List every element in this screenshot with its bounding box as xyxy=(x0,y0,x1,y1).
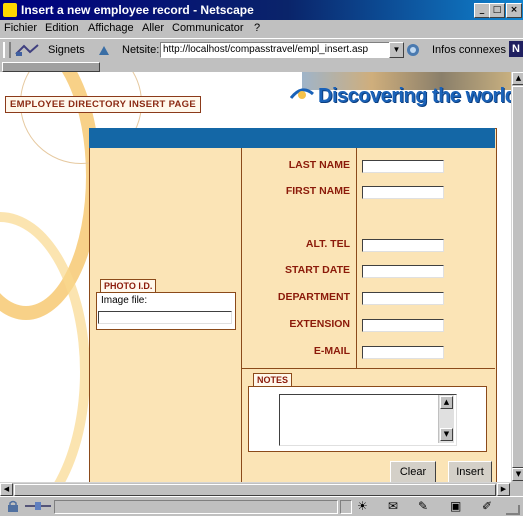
notes-divider xyxy=(241,368,495,369)
menu-help[interactable]: ? xyxy=(254,22,260,34)
netscape-throbber-icon[interactable]: N xyxy=(509,41,523,57)
component-bar-edit-icon[interactable]: ✐ xyxy=(482,499,492,513)
menu-edition[interactable]: Edition xyxy=(45,22,79,34)
department-input[interactable] xyxy=(362,292,444,305)
url-field[interactable]: http://localhost/compasstravel/empl_inse… xyxy=(160,42,390,58)
bookmarks-label[interactable]: Signets xyxy=(48,44,85,56)
last-name-input[interactable] xyxy=(362,160,444,173)
window-title: Insert a new employee record - Netscape xyxy=(21,3,254,17)
location-label: Netsite: xyxy=(122,44,160,56)
first-name-input[interactable] xyxy=(362,186,444,199)
first-name-label: FIRST NAME xyxy=(285,185,350,197)
scroll-left-button[interactable]: ◀ xyxy=(0,483,13,496)
security-lock-icon[interactable] xyxy=(6,500,20,512)
notes-tab: NOTES xyxy=(253,373,293,387)
menu-fichier[interactable]: Fichier xyxy=(4,22,37,34)
notes-scrollbar[interactable]: ▲ ▼ xyxy=(438,395,454,443)
notes-scroll-down-button[interactable]: ▼ xyxy=(440,428,453,441)
image-file-input[interactable] xyxy=(98,311,232,324)
last-name-label: LAST NAME xyxy=(288,159,350,171)
related-icon[interactable] xyxy=(405,42,429,58)
location-icon[interactable] xyxy=(96,43,112,57)
scroll-right-button[interactable]: ▶ xyxy=(497,483,510,496)
scroll-down-button[interactable]: ▼ xyxy=(512,468,523,481)
status-message xyxy=(54,500,338,514)
brand-heading: Discovering the world xyxy=(318,85,511,107)
photo-id-tab: PHOTO I.D. xyxy=(100,279,157,293)
form-divider-vertical xyxy=(241,148,242,482)
resize-grip[interactable] xyxy=(506,505,520,515)
menu-communicator[interactable]: Communicator xyxy=(172,22,244,34)
netscape-app-icon[interactable] xyxy=(3,3,17,17)
form-header-bar xyxy=(89,128,495,148)
component-bar-mail-icon[interactable]: ✉ xyxy=(388,499,398,513)
scroll-corner xyxy=(511,482,523,495)
image-file-label: Image file: xyxy=(101,295,148,306)
status-bar: ☀ ✉ ✎ ▣ ✐ xyxy=(0,496,523,516)
url-dropdown-button[interactable]: ▼ xyxy=(389,42,404,58)
insert-button[interactable]: Insert xyxy=(448,461,492,482)
label-input-divider xyxy=(356,148,357,368)
close-button[interactable]: × xyxy=(506,3,522,18)
vertical-scroll-thumb[interactable] xyxy=(512,86,523,468)
extension-input[interactable] xyxy=(362,319,444,332)
menu-affichage[interactable]: Affichage xyxy=(88,22,134,34)
progress-cell xyxy=(340,500,352,514)
start-date-input[interactable] xyxy=(362,265,444,278)
connection-icon xyxy=(25,502,51,510)
bookmarks-icon[interactable] xyxy=(14,43,42,57)
start-date-label: START DATE xyxy=(285,264,350,276)
email-input[interactable] xyxy=(362,346,444,359)
location-toolbar: Signets Netsite: http://localhost/compas… xyxy=(0,38,523,62)
component-bar-sun-icon[interactable]: ☀ xyxy=(357,499,368,513)
toolbar-grip[interactable] xyxy=(3,42,11,58)
component-bar-discussion-icon[interactable]: ✎ xyxy=(418,499,428,513)
alt-tel-input[interactable] xyxy=(362,239,444,252)
collapsed-toolbar-strip xyxy=(0,61,523,72)
maximize-button[interactable]: □ xyxy=(489,3,505,18)
scroll-up-button[interactable]: ▲ xyxy=(512,72,523,85)
component-bar-composer-icon[interactable]: ▣ xyxy=(450,499,461,513)
department-label: DEPARTMENT xyxy=(277,291,350,303)
notes-scroll-up-button[interactable]: ▲ xyxy=(440,396,453,409)
notes-textarea[interactable] xyxy=(279,394,457,446)
related-label[interactable]: Infos connexes xyxy=(432,44,506,56)
clear-button[interactable]: Clear xyxy=(390,461,436,482)
minimize-button[interactable]: _ xyxy=(474,3,490,18)
menu-aller[interactable]: Aller xyxy=(142,22,164,34)
compass-logo-icon xyxy=(290,88,314,99)
horizontal-scrollbar[interactable]: ◀ ▶ xyxy=(0,482,511,496)
page-section-label: EMPLOYEE DIRECTORY INSERT PAGE xyxy=(5,96,202,113)
title-bar[interactable]: Insert a new employee record - Netscape … xyxy=(0,0,523,20)
horizontal-scroll-thumb[interactable] xyxy=(14,484,496,496)
email-label: E-MAIL xyxy=(313,345,350,357)
page-viewport: Discovering the world EMPLOYEE DIRECTORY… xyxy=(0,72,511,482)
collapsed-toolbar-tab[interactable] xyxy=(2,62,100,72)
vertical-scrollbar[interactable]: ▲ ▼ xyxy=(511,72,523,482)
alt-tel-label: ALT. TEL xyxy=(305,238,350,250)
menu-bar: Fichier Edition Affichage Aller Communic… xyxy=(0,20,523,38)
extension-label: EXTENSION xyxy=(289,318,350,330)
